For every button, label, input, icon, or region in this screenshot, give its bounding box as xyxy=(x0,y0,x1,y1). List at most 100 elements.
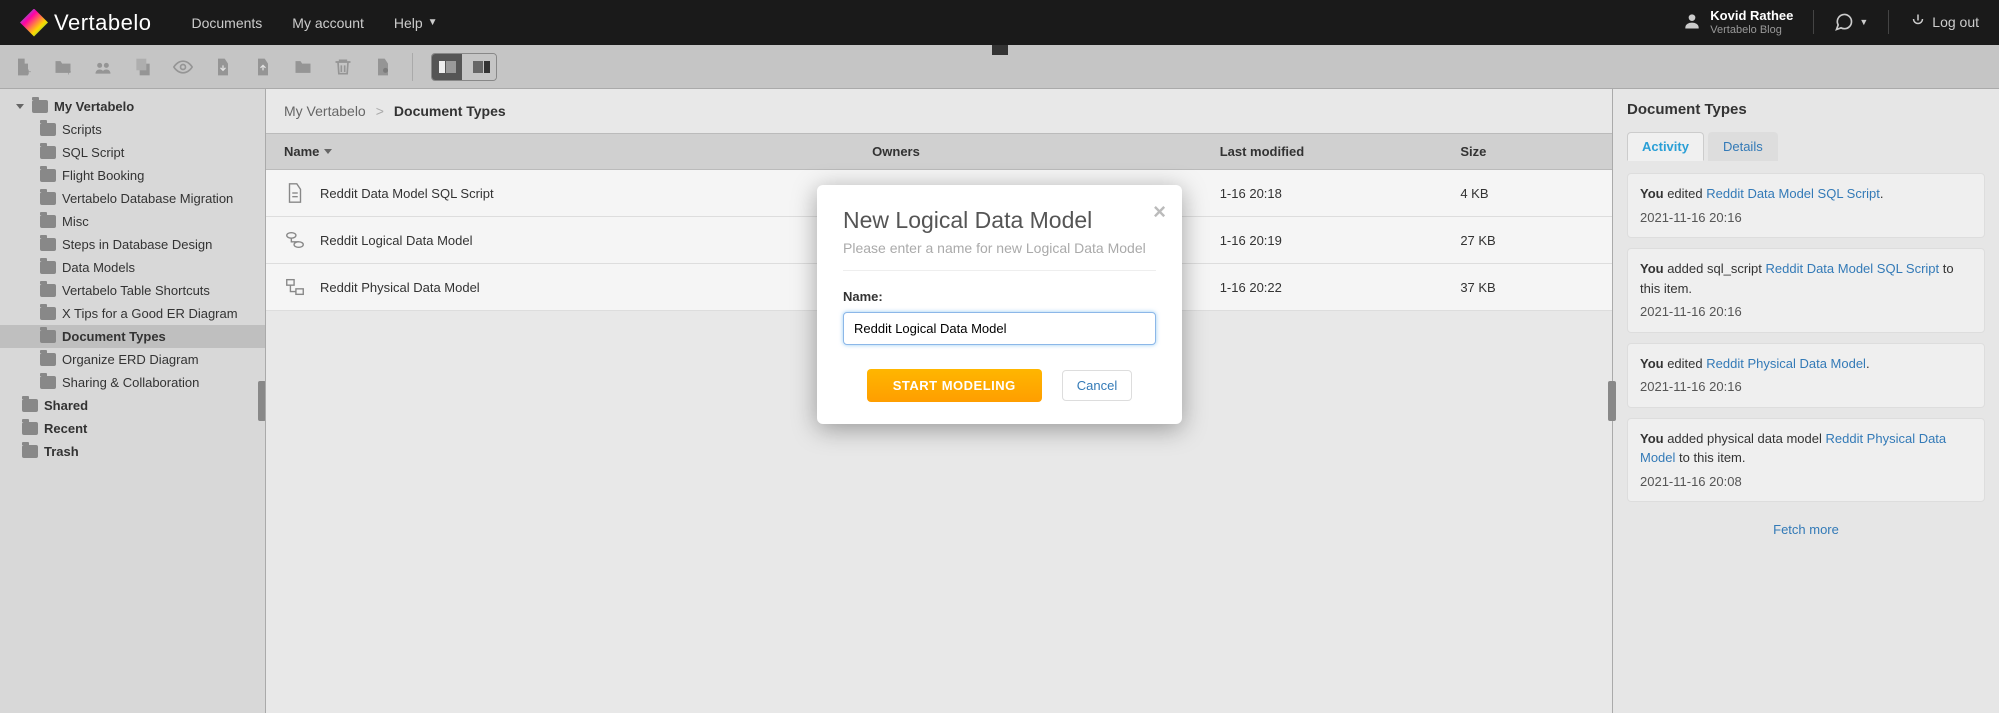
activity-action: added physical data model xyxy=(1664,431,1826,446)
new-file-icon[interactable]: + xyxy=(12,56,34,78)
folder-icon xyxy=(40,169,56,182)
row-size: 4 KB xyxy=(1460,186,1594,201)
sidebar-item[interactable]: Steps in Database Design xyxy=(0,233,265,256)
tabs: Activity Details xyxy=(1627,132,1985,161)
activity-link[interactable]: Reddit Data Model SQL Script xyxy=(1766,261,1940,276)
new-folder-icon[interactable]: + xyxy=(52,56,74,78)
folder-icon xyxy=(22,422,38,435)
start-modeling-button[interactable]: START MODELING xyxy=(867,369,1042,402)
sort-arrow-icon xyxy=(324,149,332,154)
folder-icon xyxy=(40,123,56,136)
trash-icon[interactable] xyxy=(332,56,354,78)
activity-item: You added physical data model Reddit Phy… xyxy=(1627,418,1985,503)
folder-icon xyxy=(40,376,56,389)
tab-details[interactable]: Details xyxy=(1708,132,1778,161)
sidebar-item[interactable]: Flight Booking xyxy=(0,164,265,187)
folder-icon xyxy=(40,261,56,274)
divider xyxy=(1813,10,1814,34)
expand-handle[interactable] xyxy=(992,45,1008,55)
sidebar-recent-label: Recent xyxy=(44,421,87,436)
sidebar-item[interactable]: SQL Script xyxy=(0,141,265,164)
top-right: Kovid Rathee Vertabelo Blog ▼ Log out xyxy=(1682,9,1979,35)
activity-actor: You xyxy=(1640,261,1664,276)
breadcrumb-root[interactable]: My Vertabelo xyxy=(284,103,366,119)
activity-action: added sql_script xyxy=(1664,261,1766,276)
document-icon xyxy=(284,229,306,251)
share-icon[interactable] xyxy=(92,56,114,78)
sidebar-item-label: Misc xyxy=(62,214,89,229)
model-name-input[interactable] xyxy=(843,312,1156,345)
eye-icon[interactable] xyxy=(172,56,194,78)
sidebar-item-label: Vertabelo Database Migration xyxy=(62,191,233,206)
view-left-panel[interactable] xyxy=(432,54,462,80)
folder-icon xyxy=(40,215,56,228)
sidebar-shared[interactable]: Shared xyxy=(0,394,265,417)
resize-handle[interactable] xyxy=(1608,381,1616,421)
cancel-button[interactable]: Cancel xyxy=(1062,370,1132,401)
user-block[interactable]: Kovid Rathee Vertabelo Blog xyxy=(1682,9,1793,35)
col-modified[interactable]: Last modified xyxy=(1220,144,1461,159)
sidebar-recent[interactable]: Recent xyxy=(0,417,265,440)
sidebar-item[interactable]: Vertabelo Table Shortcuts xyxy=(0,279,265,302)
resize-handle[interactable] xyxy=(258,381,266,421)
activity-link[interactable]: Reddit Data Model SQL Script xyxy=(1706,186,1880,201)
sidebar-item[interactable]: Organize ERD Diagram xyxy=(0,348,265,371)
folder-icon xyxy=(40,284,56,297)
logo[interactable]: Vertabelo xyxy=(20,9,151,37)
download-icon[interactable] xyxy=(212,56,234,78)
activity-link[interactable]: Reddit Physical Data Model xyxy=(1706,356,1866,371)
nav-help[interactable]: Help ▼ xyxy=(394,15,438,31)
activity-action: edited xyxy=(1664,186,1707,201)
activity-suffix: . xyxy=(1866,356,1870,371)
folder-icon xyxy=(40,307,56,320)
row-name-label: Reddit Data Model SQL Script xyxy=(320,186,494,201)
sidebar-shared-label: Shared xyxy=(44,398,88,413)
activity-actor: You xyxy=(1640,431,1664,446)
sidebar-item[interactable]: X Tips for a Good ER Diagram xyxy=(0,302,265,325)
activity-time: 2021-11-16 20:16 xyxy=(1640,377,1972,397)
upload-icon[interactable] xyxy=(252,56,274,78)
new-logical-model-modal: × New Logical Data Model Please enter a … xyxy=(817,185,1182,424)
close-icon[interactable]: × xyxy=(1153,199,1166,225)
tab-activity[interactable]: Activity xyxy=(1627,132,1704,161)
fetch-more[interactable]: Fetch more xyxy=(1627,512,1985,547)
chat-icon[interactable]: ▼ xyxy=(1834,12,1868,32)
sidebar-item[interactable]: Scripts xyxy=(0,118,265,141)
nav-documents[interactable]: Documents xyxy=(191,15,262,31)
row-modified: 1-16 20:19 xyxy=(1220,233,1461,248)
sidebar-item-label: Vertabelo Table Shortcuts xyxy=(62,283,210,298)
sidebar-item-label: Document Types xyxy=(62,329,166,344)
folder-icon xyxy=(22,399,38,412)
sidebar-item[interactable]: Vertabelo Database Migration xyxy=(0,187,265,210)
copy-icon[interactable] xyxy=(132,56,154,78)
sidebar-item[interactable]: Document Types xyxy=(0,325,265,348)
caret-icon xyxy=(16,104,24,109)
folder-icon[interactable] xyxy=(292,56,314,78)
col-size[interactable]: Size xyxy=(1460,144,1594,159)
sidebar-trash-label: Trash xyxy=(44,444,79,459)
sidebar-item-label: Data Models xyxy=(62,260,135,275)
sidebar-item[interactable]: Data Models xyxy=(0,256,265,279)
logout-button[interactable]: Log out xyxy=(1909,13,1979,31)
col-owners[interactable]: Owners xyxy=(872,144,1220,159)
view-toggle xyxy=(431,53,497,81)
sidebar-root[interactable]: My Vertabelo xyxy=(0,95,265,118)
activity-action: edited xyxy=(1664,356,1707,371)
nav-my-account[interactable]: My account xyxy=(292,15,364,31)
breadcrumb-current: Document Types xyxy=(394,103,506,119)
sidebar-trash[interactable]: Trash xyxy=(0,440,265,463)
user-icon xyxy=(1682,11,1702,34)
modal-title: New Logical Data Model xyxy=(843,207,1156,234)
sidebar-item[interactable]: Misc xyxy=(0,210,265,233)
divider xyxy=(1888,10,1889,34)
sidebar-item-label: Flight Booking xyxy=(62,168,144,183)
activity-actor: You xyxy=(1640,356,1664,371)
sidebar-item[interactable]: Sharing & Collaboration xyxy=(0,371,265,394)
export-icon[interactable] xyxy=(372,56,394,78)
user-sub: Vertabelo Blog xyxy=(1710,24,1793,36)
view-right-panel[interactable] xyxy=(466,54,496,80)
folder-icon xyxy=(22,445,38,458)
activity-suffix: to this item. xyxy=(1675,450,1745,465)
row-modified: 1-16 20:22 xyxy=(1220,280,1461,295)
col-name[interactable]: Name xyxy=(284,144,872,159)
